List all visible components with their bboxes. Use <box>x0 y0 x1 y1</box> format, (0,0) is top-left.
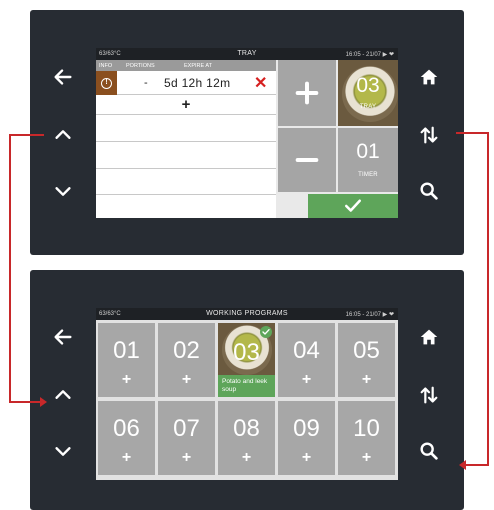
left-callout-arrowhead <box>40 397 47 407</box>
right-callout-line <box>456 132 489 466</box>
callout-arrows <box>9 132 489 470</box>
right-callout-arrowhead <box>459 460 466 470</box>
manual-figure: 63/63°C TRAY 16:05 - 21/07 ▶ ❤ INFO PORT… <box>0 0 494 510</box>
left-callout-line <box>9 134 44 403</box>
